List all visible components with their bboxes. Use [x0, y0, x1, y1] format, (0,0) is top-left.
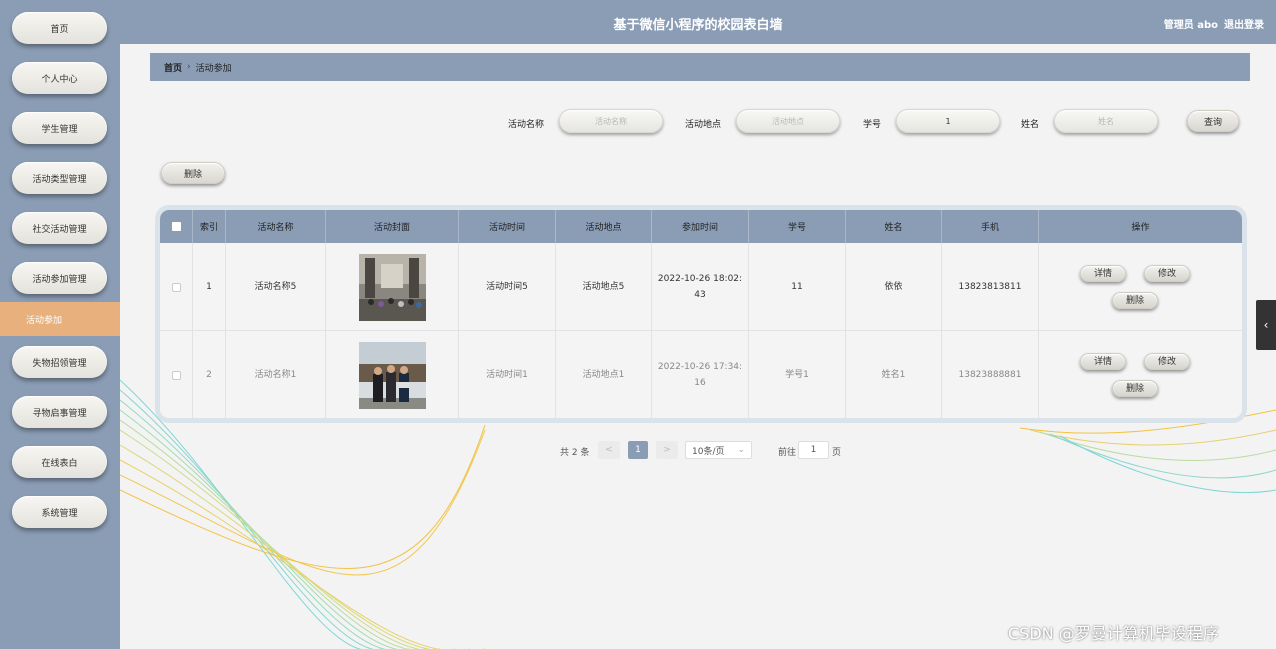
table-row: 2 活动名称1 活动时间1 活动地点1 2022-10-26 17:34: 16 [160, 331, 1242, 418]
csdn-watermark: CSDN @罗曼计算机毕设程序 [1008, 624, 1219, 643]
sidebar: 首页 个人中心 学生管理 活动类型管理 社交活动管理 活动参加管理 活动参加 失… [0, 0, 120, 649]
col-join-time: 参加时间 [652, 210, 749, 243]
cell-phone: 13823813811 [942, 243, 1039, 331]
breadcrumb-home[interactable]: 首页 [164, 61, 182, 74]
detail-button[interactable]: 详情 [1080, 353, 1126, 370]
sidebar-item-social-activities[interactable]: 社交活动管理 [12, 212, 107, 244]
cell-phone: 13823888881 [942, 331, 1039, 418]
breadcrumb: 首页 › 活动参加 [150, 53, 1250, 81]
col-activity-place: 活动地点 [556, 210, 652, 243]
col-activity-name: 活动名称 [226, 210, 326, 243]
header: 基于微信小程序的校园表白墙 管理员 abo 退出登录 [120, 0, 1276, 44]
cell-activity-cover [326, 331, 459, 418]
cell-name: 依依 [846, 243, 942, 331]
col-student-id: 学号 [749, 210, 846, 243]
col-activity-time: 活动时间 [459, 210, 556, 243]
table-row: 1 活动名称5 活动时间5 活动地点5 2022-10-26 18:02: 43… [160, 243, 1242, 331]
col-name: 姓名 [846, 210, 942, 243]
edit-button[interactable]: 修改 [1144, 353, 1190, 370]
sidebar-item-lost-notice[interactable]: 寻物启事管理 [12, 396, 107, 428]
cell-activity-time: 活动时间1 [459, 331, 556, 418]
activity-place-input[interactable] [736, 109, 840, 133]
activity-name-label: 活动名称 [508, 120, 545, 130]
cell-activity-name: 活动名称1 [226, 331, 326, 418]
sidebar-item-students[interactable]: 学生管理 [12, 112, 107, 144]
pagination-page-1[interactable]: 1 [628, 441, 648, 459]
cell-student-id: 11 [749, 243, 846, 331]
cell-activity-place: 活动地点5 [556, 243, 652, 331]
pagination-prev-button[interactable]: < [598, 441, 620, 459]
pagination-next-button[interactable]: > [656, 441, 678, 459]
user-name: 管理员 abo [1163, 20, 1218, 31]
cell-activity-time: 活动时间5 [459, 243, 556, 331]
chevron-left-icon[interactable]: ‹ [1256, 300, 1276, 350]
sidebar-item-profile[interactable]: 个人中心 [12, 62, 107, 94]
page-size-value: 10条/页 [692, 446, 725, 457]
activity-cover-image[interactable] [358, 253, 426, 321]
cell-activity-cover [326, 243, 459, 331]
sidebar-item-lost-found[interactable]: 失物招领管理 [12, 346, 107, 378]
goto-label: 前往 [778, 448, 797, 458]
user-area: 管理员 abo 退出登录 [1158, 16, 1264, 31]
col-phone: 手机 [942, 210, 1039, 243]
table-header: 索引 活动名称 活动封面 活动时间 活动地点 参加时间 学号 姓名 手机 操作 [160, 210, 1242, 243]
page-size-select[interactable]: 10条/页 ⌄ [685, 441, 752, 459]
cell-name: 姓名1 [846, 331, 942, 418]
chevron-down-icon: ⌄ [737, 445, 745, 455]
page-unit-label: 页 [832, 448, 842, 458]
name-label: 姓名 [1021, 120, 1040, 130]
data-table: 索引 活动名称 活动封面 活动时间 活动地点 参加时间 学号 姓名 手机 操作 … [155, 205, 1247, 423]
select-all-checkbox[interactable] [171, 222, 181, 231]
breadcrumb-current: 活动参加 [195, 63, 232, 74]
cell-actions: 详情 修改 删除 [1039, 331, 1242, 418]
join-time-line1: 2022-10-26 18:02: [657, 274, 743, 284]
cell-index: 2 [193, 331, 226, 418]
student-id-label: 学号 [863, 120, 882, 130]
student-id-input[interactable] [896, 109, 1000, 133]
cell-student-id: 学号1 [749, 331, 846, 418]
row-select-cell [160, 243, 193, 331]
cell-actions: 详情 修改 删除 [1039, 243, 1242, 331]
join-time-line1: 2022-10-26 17:34: [657, 362, 743, 372]
col-activity-cover: 活动封面 [326, 210, 459, 243]
batch-delete-button[interactable]: 删除 [161, 162, 225, 184]
delete-button[interactable]: 删除 [1112, 380, 1158, 397]
sidebar-item-system[interactable]: 系统管理 [12, 496, 107, 528]
sidebar-item-online-confession[interactable]: 在线表白 [12, 446, 107, 478]
sidebar-item-home[interactable]: 首页 [12, 12, 107, 44]
name-input[interactable] [1054, 109, 1158, 133]
cell-join-time: 2022-10-26 17:34: 16 [652, 331, 749, 418]
col-index: 索引 [193, 210, 226, 243]
goto-page-input[interactable]: 1 [798, 441, 829, 459]
cell-activity-name: 活动名称5 [226, 243, 326, 331]
sidebar-item-activity-participation[interactable]: 活动参加管理 [12, 262, 107, 294]
sidebar-item-activity-types[interactable]: 活动类型管理 [12, 162, 107, 194]
delete-button[interactable]: 删除 [1112, 292, 1158, 309]
sidebar-subitem-activity-join[interactable]: 活动参加 [0, 302, 120, 336]
logout-link[interactable]: 退出登录 [1224, 20, 1264, 31]
select-all-cell [160, 210, 193, 243]
join-time-line2: 16 [694, 378, 706, 388]
row-checkbox[interactable] [171, 282, 181, 292]
query-button[interactable]: 查询 [1187, 110, 1239, 132]
cell-join-time: 2022-10-26 18:02: 43 [652, 243, 749, 331]
app-title: 基于微信小程序的校园表白墙 [613, 18, 783, 33]
activity-place-label: 活动地点 [685, 120, 722, 130]
pagination-total: 共 2 条 [560, 448, 590, 458]
row-select-cell [160, 331, 193, 418]
edit-button[interactable]: 修改 [1144, 265, 1190, 282]
detail-button[interactable]: 详情 [1080, 265, 1126, 282]
col-actions: 操作 [1131, 223, 1150, 233]
cell-index: 1 [193, 243, 226, 331]
join-time-line2: 43 [694, 290, 706, 300]
activity-cover-image[interactable] [358, 341, 426, 409]
row-checkbox[interactable] [171, 370, 181, 380]
breadcrumb-separator-icon: › [187, 62, 191, 72]
activity-name-input[interactable] [559, 109, 663, 133]
cell-activity-place: 活动地点1 [556, 331, 652, 418]
